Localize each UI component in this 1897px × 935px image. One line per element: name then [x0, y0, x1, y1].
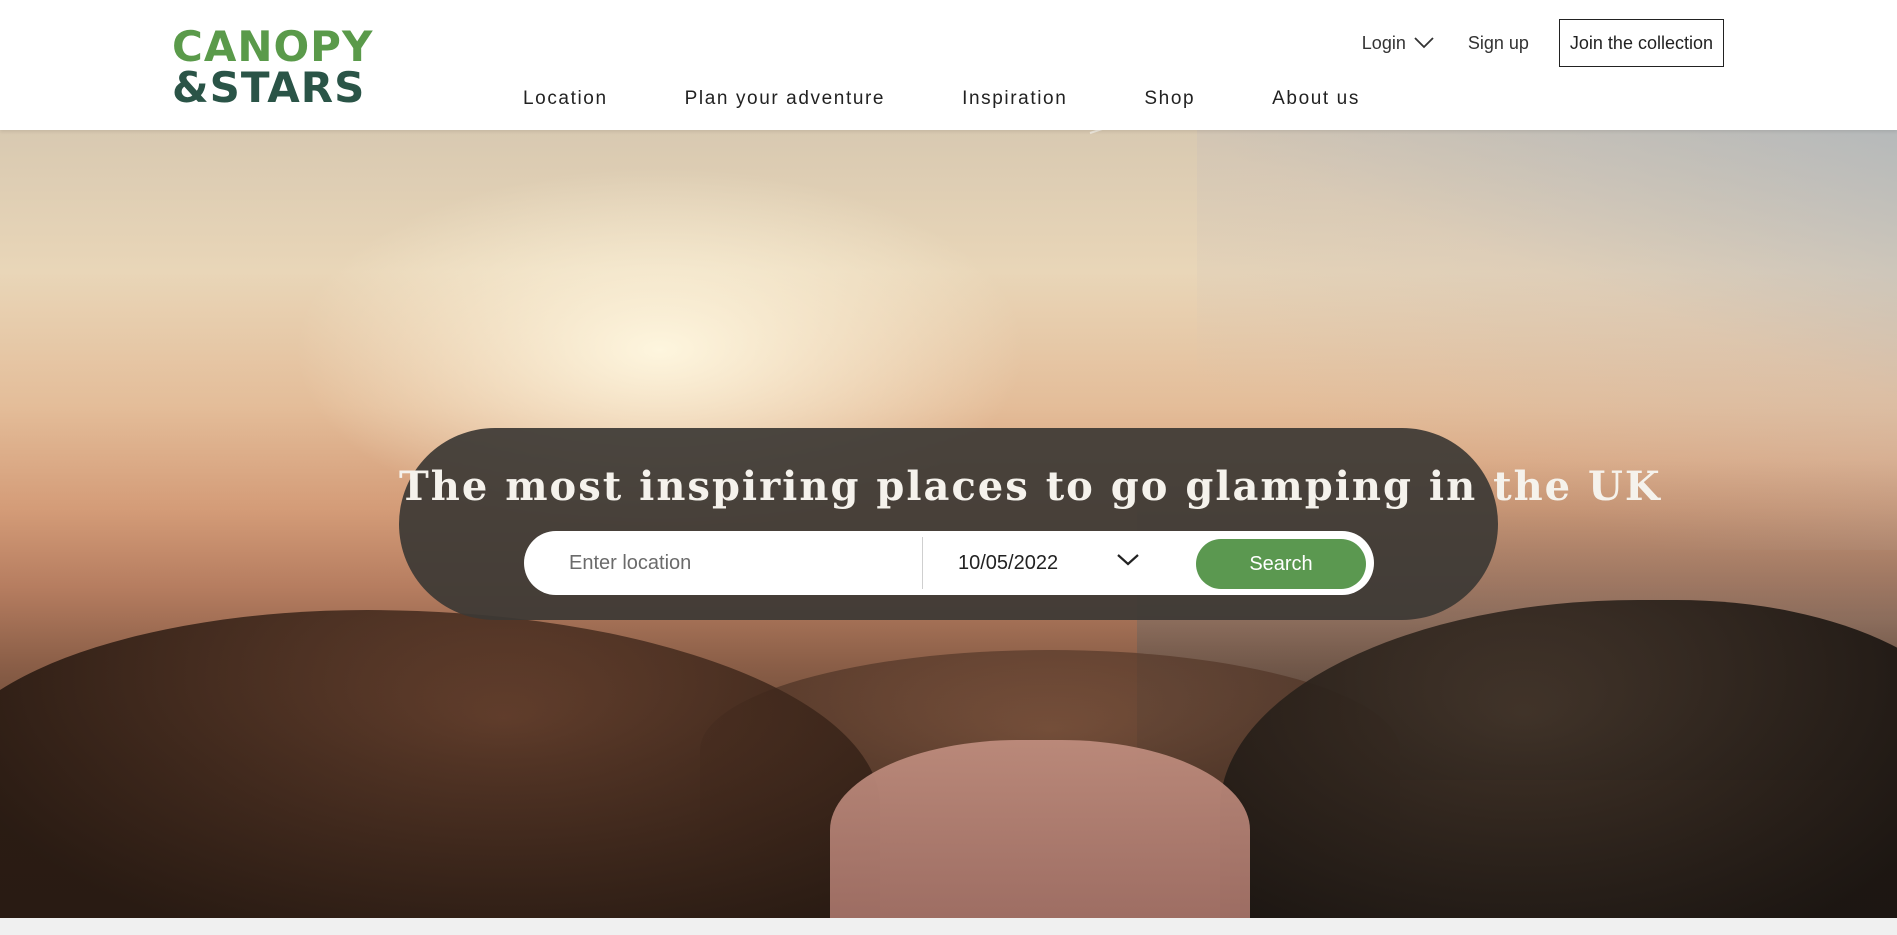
nav-item-shop[interactable]: Shop — [1144, 88, 1195, 110]
site-header: CANOPY &STARS Login Sign up Join the col… — [0, 0, 1897, 130]
search-button[interactable]: Search — [1196, 539, 1366, 589]
hero-title: The most inspiring places to go glamping… — [399, 463, 1662, 510]
nav-item-plan-your-adventure[interactable]: Plan your adventure — [685, 88, 885, 110]
nav-item-location[interactable]: Location — [523, 88, 608, 110]
canopy-and-stars-logo[interactable]: CANOPY &STARS — [172, 26, 372, 110]
nav-item-inspiration[interactable]: Inspiration — [962, 88, 1067, 110]
account-links: Login Sign up Join the collection — [1362, 19, 1724, 67]
join-the-collection-button[interactable]: Join the collection — [1558, 19, 1724, 67]
hero-search-card: The most inspiring places to go glamping… — [399, 428, 1662, 620]
page-bottom-strip — [0, 918, 1897, 935]
search-divider — [922, 537, 923, 589]
location-input[interactable] — [524, 531, 922, 595]
main-nav: Location Plan your adventure Inspiration… — [523, 88, 1360, 110]
chevron-down-icon — [1414, 37, 1434, 49]
nav-item-about-us[interactable]: About us — [1272, 88, 1360, 110]
chevron-down-icon[interactable] — [1116, 553, 1140, 567]
search-bar: 10/05/2022 Search — [524, 531, 1374, 595]
login-label: Login — [1361, 32, 1406, 53]
logo-line-canopy: CANOPY — [172, 22, 374, 71]
hero-river — [830, 740, 1250, 918]
login-dropdown[interactable]: Login — [1362, 33, 1434, 54]
signup-link[interactable]: Sign up — [1468, 33, 1529, 54]
hero-forest-left — [0, 610, 880, 918]
logo-line-stars: &STARS — [172, 63, 366, 112]
